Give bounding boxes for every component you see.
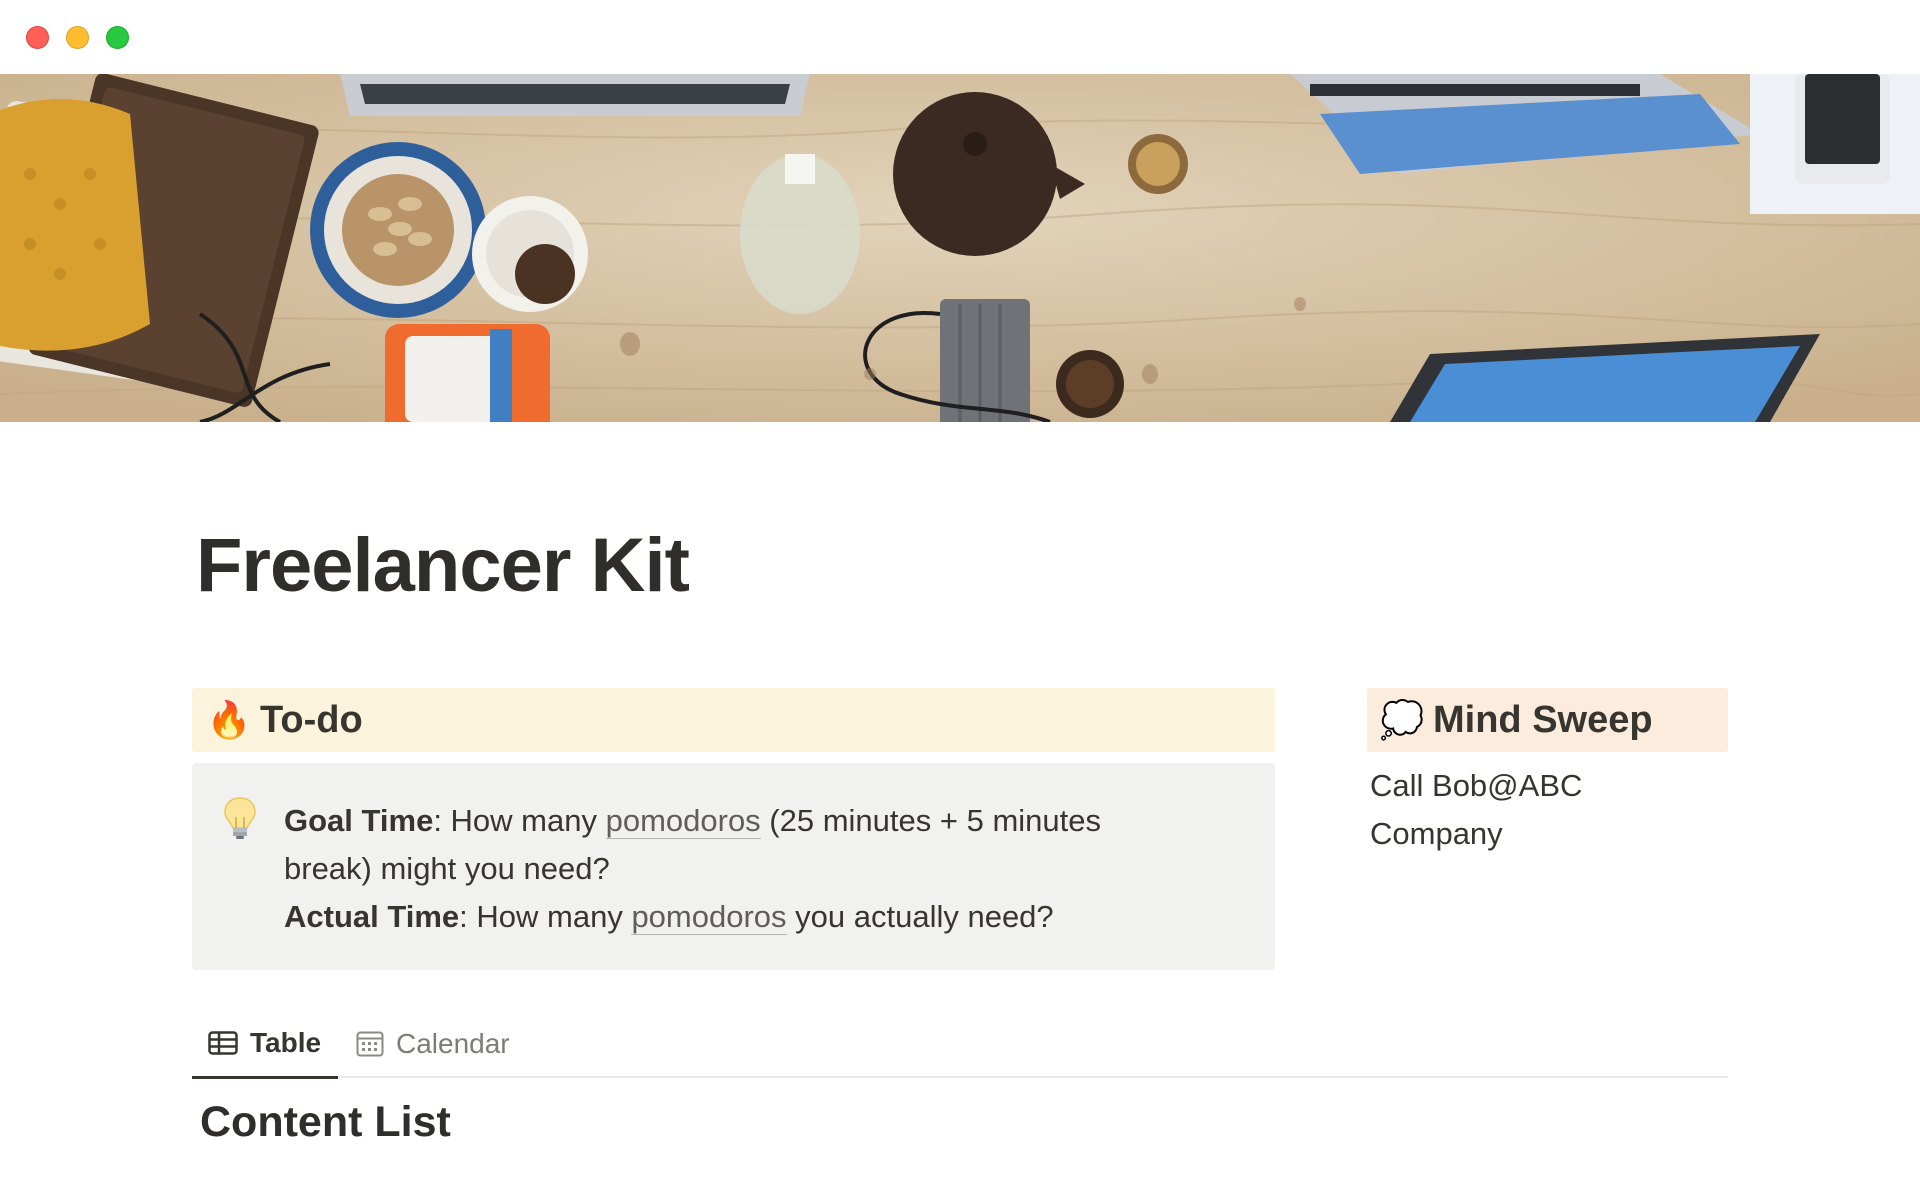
tab-table[interactable]: Table xyxy=(192,1010,338,1079)
tab-calendar[interactable]: Calendar xyxy=(356,1010,510,1078)
callout-text: Goal Time: How many pomodoros (25 minute… xyxy=(284,797,1184,941)
todo-heading-block[interactable]: 🔥 To-do xyxy=(192,688,1275,752)
lightbulb-icon xyxy=(222,795,258,841)
window-titlebar xyxy=(0,0,1920,74)
fire-icon: 🔥 xyxy=(206,699,252,740)
mind-sweep-heading-block[interactable]: 💭 Mind Sweep xyxy=(1367,688,1728,752)
zoom-window-button[interactable] xyxy=(106,26,129,49)
todo-heading-text: To-do xyxy=(260,698,363,741)
close-window-button[interactable] xyxy=(26,26,49,49)
tab-table-label: Table xyxy=(250,1027,322,1058)
page-cover-image[interactable] xyxy=(0,74,1920,422)
page-title[interactable]: Freelancer Kit xyxy=(196,520,690,612)
pomodoros-link[interactable]: pomodoros xyxy=(631,899,787,935)
database-view-tabs: Table Calendar xyxy=(192,1010,1728,1079)
pomodoro-callout[interactable]: Goal Time: How many pomodoros (25 minute… xyxy=(192,763,1275,970)
actual-text-pre: : How many xyxy=(459,899,632,934)
table-icon xyxy=(208,1031,238,1055)
goal-time-label: Goal Time xyxy=(284,803,434,838)
mind-sweep-heading-text: Mind Sweep xyxy=(1433,698,1653,741)
tab-calendar-label: Calendar xyxy=(396,1028,510,1059)
actual-time-label: Actual Time xyxy=(284,899,460,934)
mind-sweep-text[interactable]: Call Bob@ABC Company xyxy=(1370,762,1670,858)
thought-balloon-icon: 💭 xyxy=(1379,699,1425,740)
minimize-window-button[interactable] xyxy=(66,26,89,49)
calendar-icon xyxy=(356,1031,384,1057)
desk-photo-cover xyxy=(0,74,1920,422)
pomodoros-link[interactable]: pomodoros xyxy=(605,803,761,839)
actual-text-post: you actually need? xyxy=(786,899,1054,934)
goal-text-pre: : How many xyxy=(433,803,606,838)
database-title[interactable]: Content List xyxy=(200,1098,451,1147)
